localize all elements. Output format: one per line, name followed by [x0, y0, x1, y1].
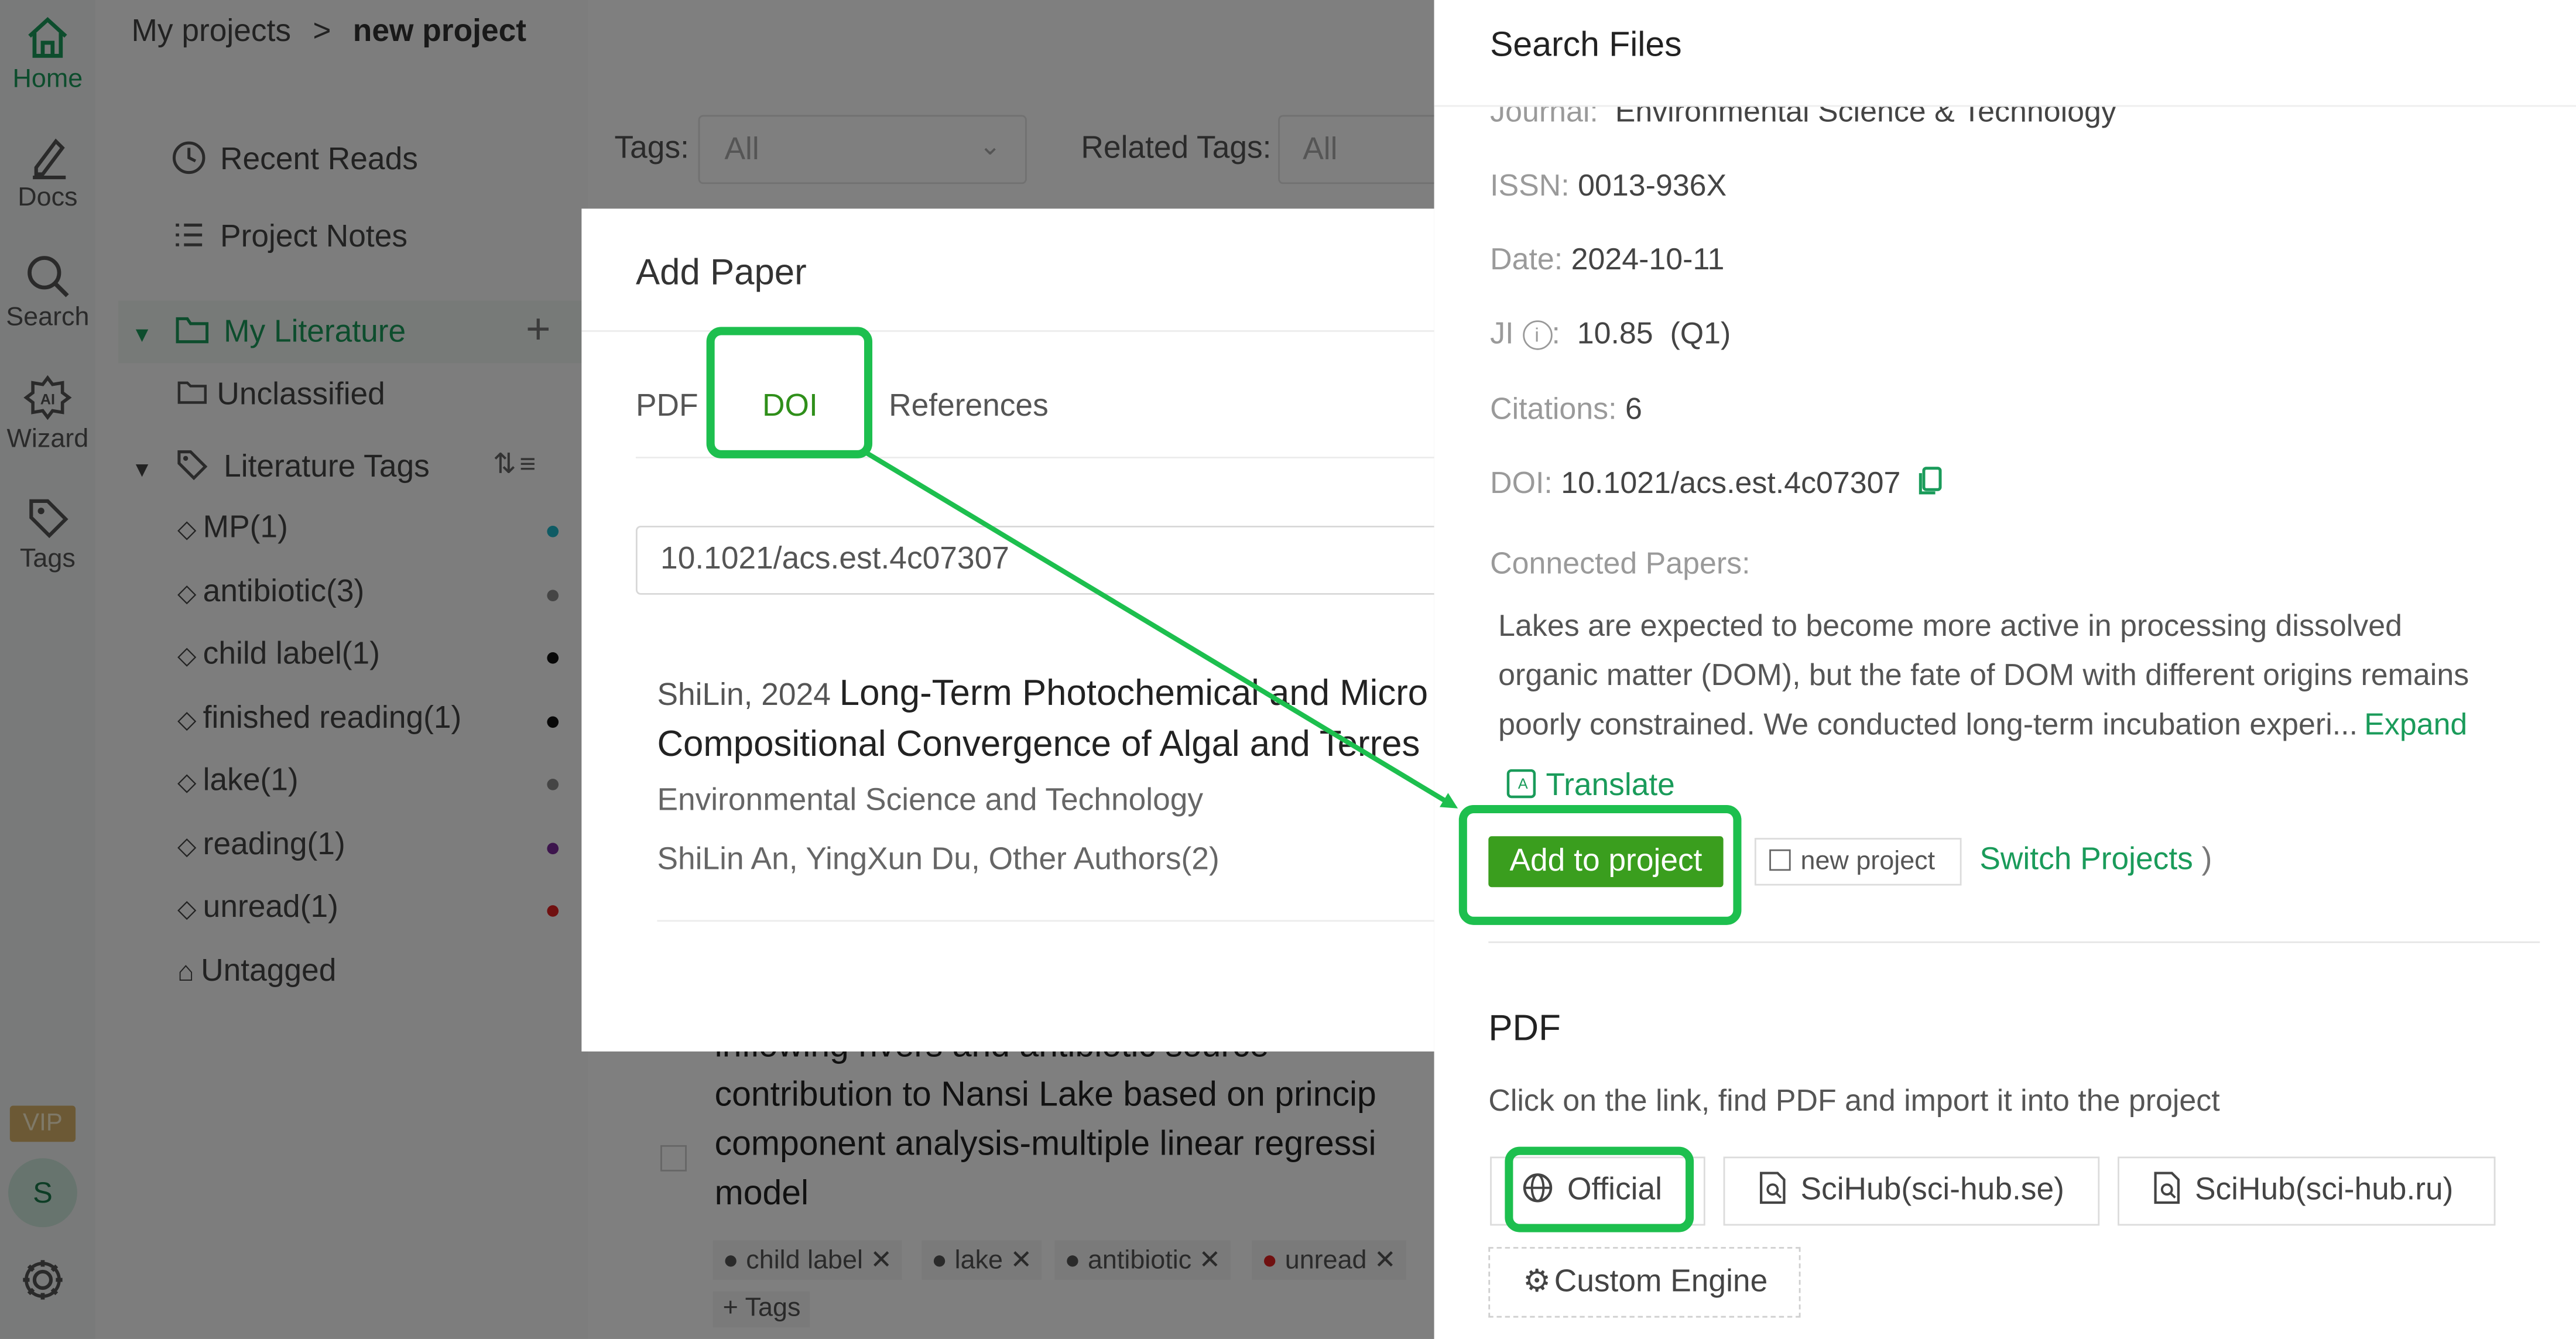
panel-header: Search Files: [1434, 0, 2576, 107]
annotation-arrow: [866, 451, 1458, 809]
panel-title: Search Files: [1490, 26, 1682, 64]
